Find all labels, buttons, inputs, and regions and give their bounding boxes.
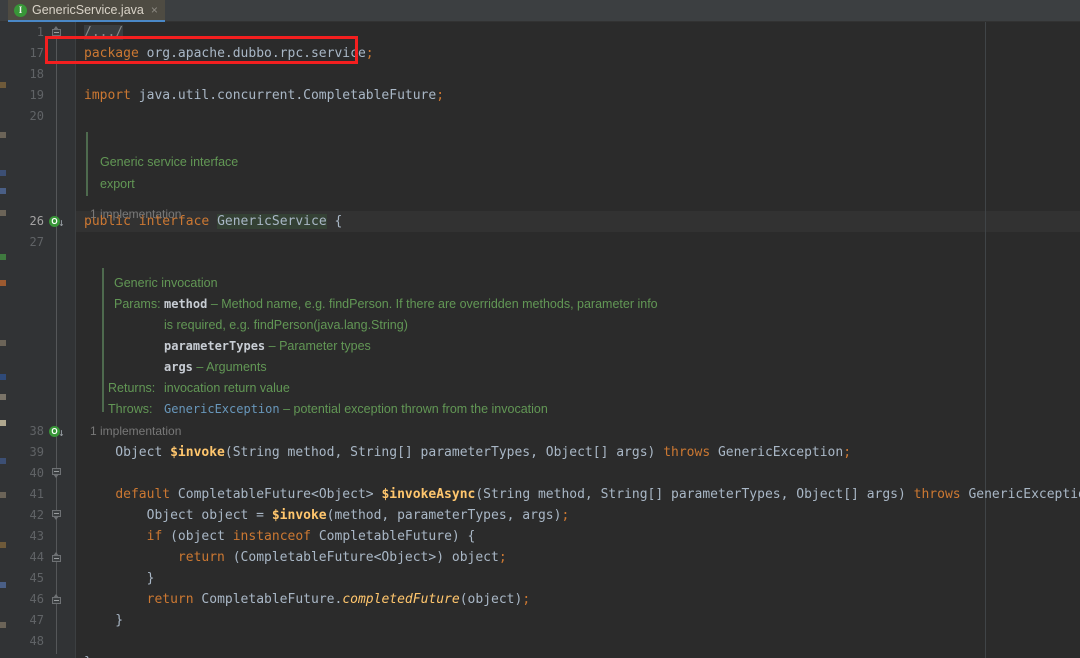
code-line-46[interactable]: } bbox=[84, 610, 123, 631]
close-icon[interactable]: × bbox=[149, 4, 158, 16]
code-editor[interactable]: 1 17 18 19 20 26 27 38 39 40 41 42 43 44… bbox=[0, 22, 1080, 658]
javadoc-params-label: Params: bbox=[114, 297, 161, 311]
gutter-icon-column[interactable]: O ↓ O ↓ bbox=[48, 22, 76, 658]
javadoc-returns-label: Returns: bbox=[108, 381, 156, 395]
javadoc-param-1-cont: is required, e.g. findPerson(java.lang.S… bbox=[164, 318, 408, 332]
javadoc-param-1-name: method bbox=[164, 297, 208, 311]
impl-marker-arrow: ↓ bbox=[58, 426, 65, 439]
fold-handle-collapse-end[interactable] bbox=[52, 552, 61, 563]
javadoc-param-1-desc: – Method name, e.g. findPerson. If there… bbox=[210, 297, 658, 311]
line-number: 39 bbox=[29, 445, 44, 459]
fold-handle-collapse-end[interactable] bbox=[52, 594, 61, 605]
code-line-43[interactable]: return (CompletableFuture<Object>) objec… bbox=[84, 547, 507, 568]
javadoc-throws-label: Throws: bbox=[108, 402, 153, 416]
code-line-38[interactable]: Object $invoke(String method, String[] p… bbox=[84, 442, 851, 463]
code-line-41[interactable]: Object object = $invoke(method, paramete… bbox=[84, 505, 570, 526]
code-line-42[interactable]: if (object instanceof CompletableFuture)… bbox=[84, 526, 476, 547]
line-number: 45 bbox=[29, 571, 44, 585]
javadoc-param-1: method – Method name, e.g. findPerson. I… bbox=[164, 294, 658, 315]
code-line-44[interactable]: } bbox=[84, 568, 155, 589]
line-number: 20 bbox=[29, 109, 44, 123]
code-line-19[interactable]: import java.util.concurrent.CompletableF… bbox=[84, 85, 444, 106]
inlay-hint-implementations[interactable]: 1 implementation bbox=[90, 421, 181, 442]
code-line-1[interactable]: /.../ bbox=[84, 22, 124, 43]
right-margin-guide bbox=[985, 22, 986, 658]
javadoc-rail bbox=[102, 268, 104, 412]
code-line-40[interactable]: default CompletableFuture<Object> $invok… bbox=[84, 484, 1080, 505]
javadoc-param-2: parameterTypes – Parameter types bbox=[164, 336, 371, 357]
line-number: 40 bbox=[29, 466, 44, 480]
code-line-17[interactable]: package org.apache.dubbo.rpc.service; bbox=[84, 43, 374, 64]
javadoc-summary: Generic invocation bbox=[114, 276, 218, 290]
line-number: 42 bbox=[29, 508, 44, 522]
fold-handle-expand[interactable] bbox=[52, 26, 61, 37]
code-line-48[interactable]: } bbox=[84, 652, 92, 658]
editor-tab-bar: I GenericService.java × bbox=[0, 0, 1080, 22]
javadoc-throws: GenericException – potential exception t… bbox=[164, 399, 548, 420]
javadoc-throws-type-link[interactable]: GenericException bbox=[164, 402, 280, 416]
javadoc-class-line-1: Generic service interface bbox=[100, 155, 239, 169]
line-number-gutter[interactable]: 1 17 18 19 20 26 27 38 39 40 41 42 43 44… bbox=[6, 22, 48, 658]
impl-marker-arrow: ↓ bbox=[58, 216, 65, 229]
javadoc-param-3: args – Arguments bbox=[164, 357, 267, 378]
javadoc-param-3-desc: – Arguments bbox=[196, 360, 267, 374]
javadoc-rail bbox=[86, 132, 88, 196]
javadoc-param-2-desc: – Parameter types bbox=[268, 339, 371, 353]
interface-icon: I bbox=[14, 3, 27, 17]
line-number: 38 bbox=[29, 424, 44, 438]
javadoc-throws-desc: – potential exception thrown from the in… bbox=[283, 402, 548, 416]
tab-generic-service-java[interactable]: I GenericService.java × bbox=[8, 0, 165, 22]
javadoc-class-line-2: export bbox=[100, 177, 135, 191]
line-number: 48 bbox=[29, 634, 44, 648]
fold-handle-collapse[interactable] bbox=[52, 510, 61, 521]
line-number: 27 bbox=[29, 235, 44, 249]
tab-label: GenericService.java bbox=[32, 3, 144, 17]
line-number: 19 bbox=[29, 88, 44, 102]
line-number: 41 bbox=[29, 487, 44, 501]
editor-text-area[interactable]: /.../ package org.apache.dubbo.rpc.servi… bbox=[76, 22, 1080, 658]
caret-identifier-highlight: GenericService bbox=[217, 214, 327, 229]
line-number: 1 bbox=[36, 25, 44, 39]
javadoc-param-3-name: args bbox=[164, 360, 193, 374]
line-number: 47 bbox=[29, 613, 44, 627]
line-number: 17 bbox=[29, 46, 44, 60]
javadoc-param-2-name: parameterTypes bbox=[164, 339, 266, 353]
line-number: 26 bbox=[29, 214, 44, 228]
implemented-method-icon[interactable]: O ↓ bbox=[49, 426, 65, 439]
implemented-interface-icon[interactable]: O ↓ bbox=[49, 216, 65, 229]
code-line-45[interactable]: return CompletableFuture.completedFuture… bbox=[84, 589, 531, 610]
code-line-26[interactable]: public interface GenericService { bbox=[84, 211, 342, 232]
line-number: 44 bbox=[29, 550, 44, 564]
line-number: 18 bbox=[29, 67, 44, 81]
fold-handle-collapse[interactable] bbox=[52, 468, 61, 479]
collapsed-fold-placeholder[interactable]: /.../ bbox=[84, 25, 124, 40]
line-number: 43 bbox=[29, 529, 44, 543]
line-number: 46 bbox=[29, 592, 44, 606]
javadoc-returns-desc: invocation return value bbox=[164, 381, 290, 395]
